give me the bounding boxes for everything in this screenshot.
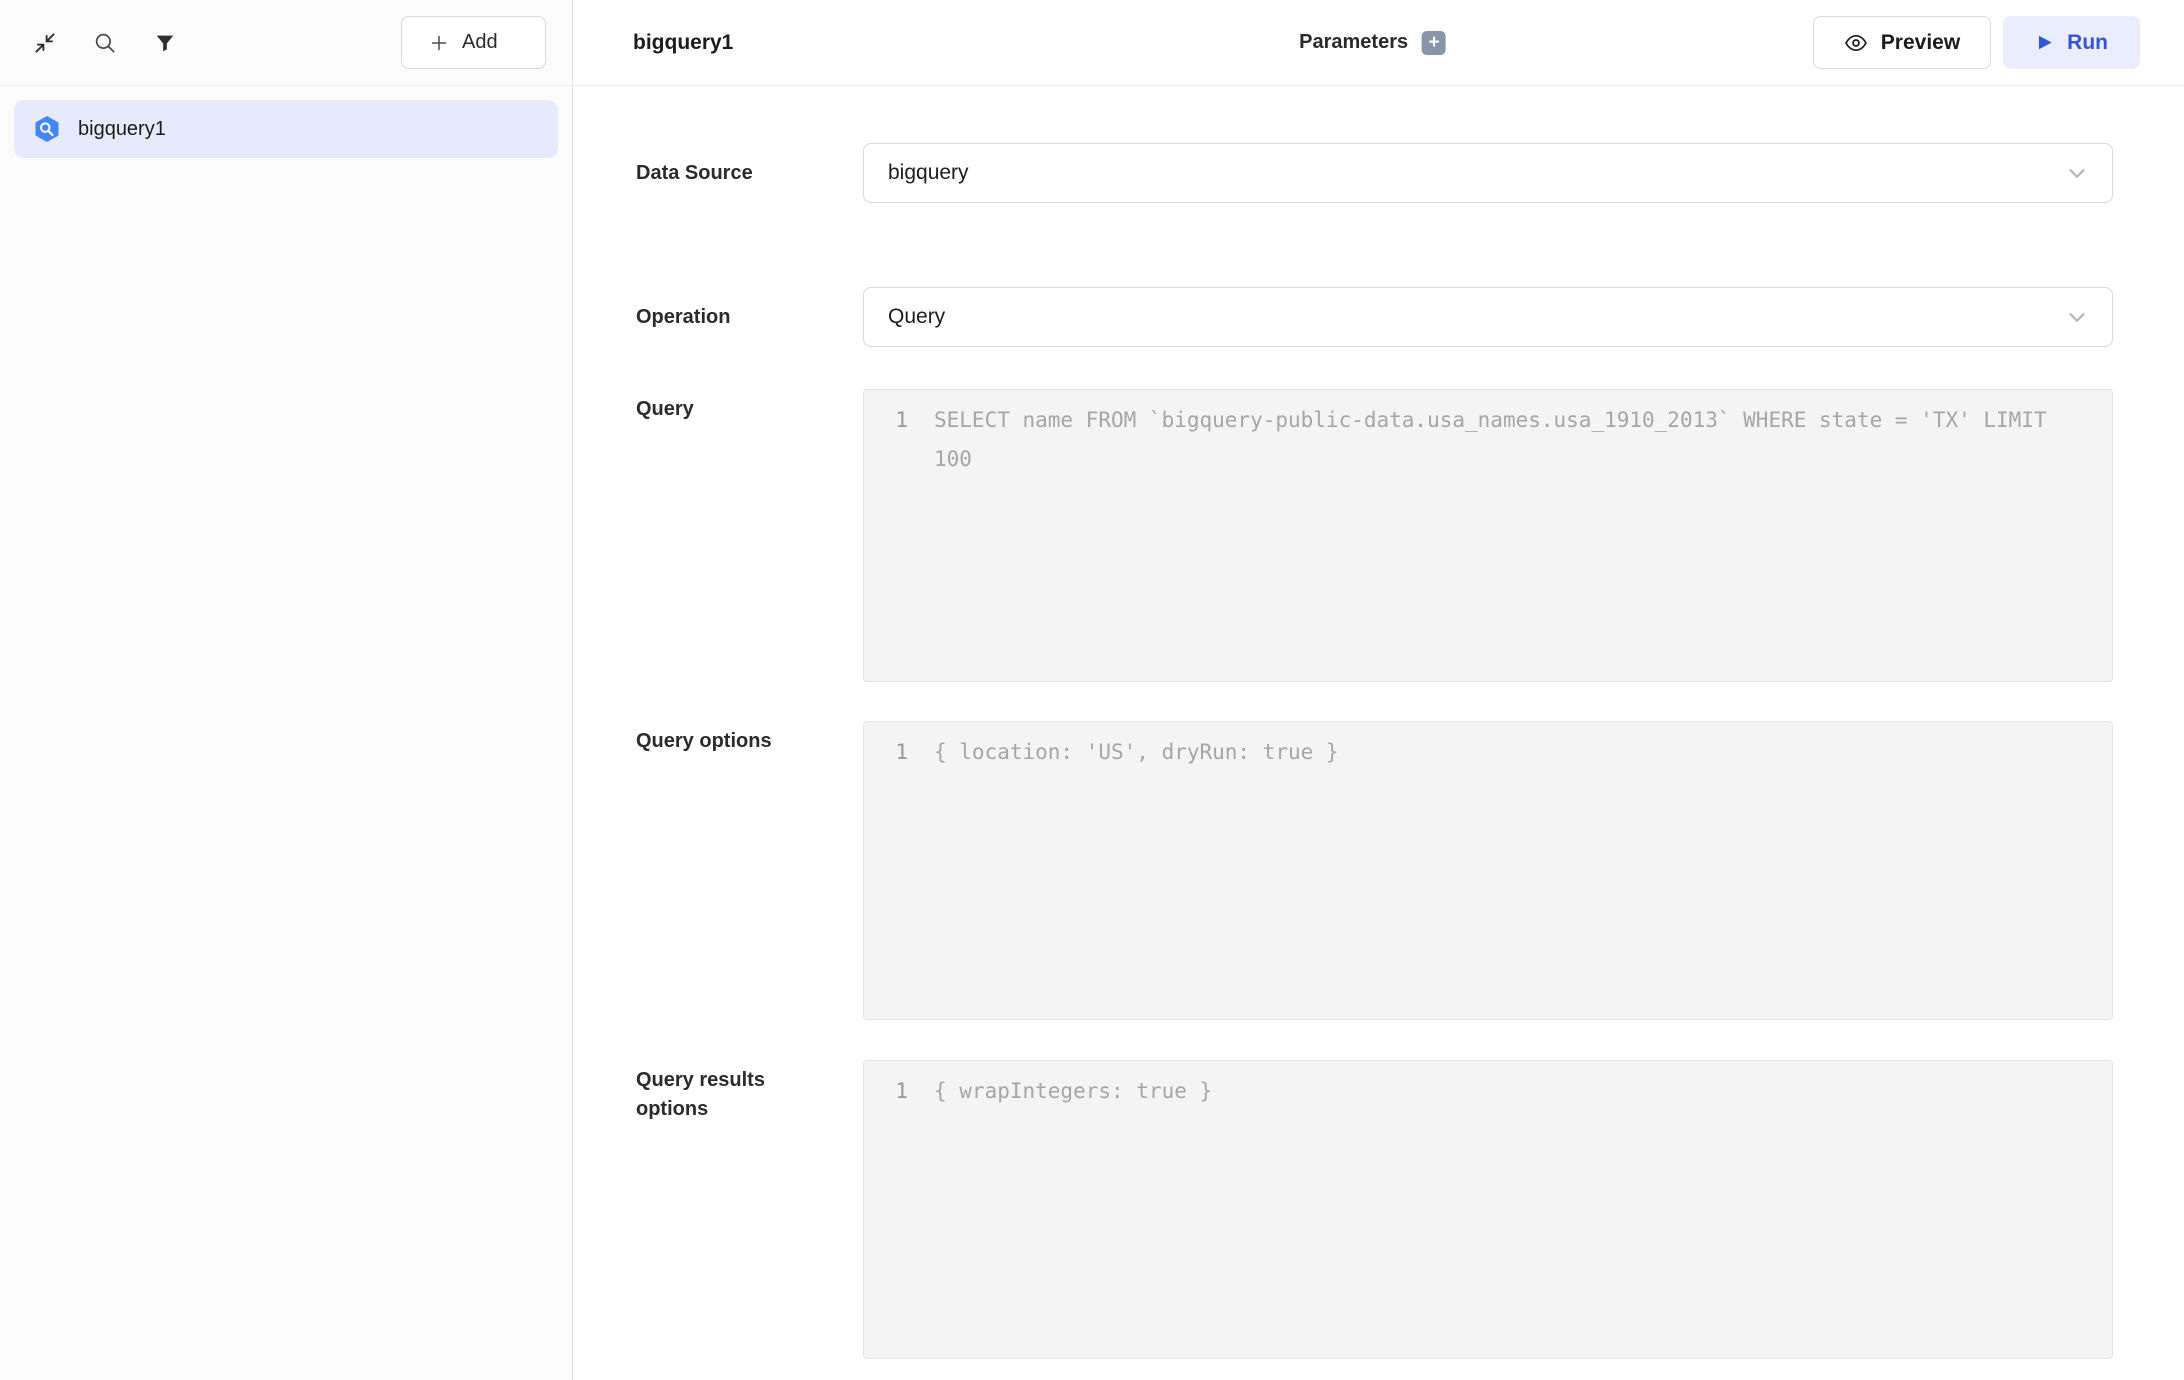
query-row: Query 1 SELECT name FROM `bigquery-publi… — [636, 389, 2113, 682]
query-results-options-label: Query results options — [636, 1060, 863, 1359]
operation-value: Query — [888, 305, 945, 329]
query-code-editor[interactable]: 1 SELECT name FROM `bigquery-public-data… — [863, 389, 2113, 682]
query-sidebar: Add bigquery1 — [0, 0, 573, 1380]
add-query-button[interactable]: Add — [401, 16, 546, 69]
query-panel: Add bigquery1 bigquery1 Parameters + — [0, 0, 2184, 1380]
query-list-item-bigquery1[interactable]: bigquery1 — [14, 100, 558, 158]
collapse-panel-icon[interactable] — [30, 28, 60, 58]
preview-button[interactable]: Preview — [1813, 16, 1991, 69]
operation-label: Operation — [636, 303, 863, 332]
run-button-label: Run — [2067, 31, 2108, 55]
query-title: bigquery1 — [633, 31, 733, 55]
bigquery-icon — [32, 114, 62, 144]
filter-icon[interactable] — [150, 28, 180, 58]
query-label: Query — [636, 389, 863, 682]
chevron-down-icon — [2066, 162, 2088, 184]
query-options-label: Query options — [636, 721, 863, 1020]
operation-row: Operation Query — [636, 287, 2113, 347]
plus-icon — [428, 32, 450, 54]
parameters-section: Parameters + — [1299, 31, 1446, 55]
preview-button-label: Preview — [1881, 31, 1960, 55]
search-icon[interactable] — [90, 28, 120, 58]
query-options-placeholder-text: { location: 'US', dryRun: true } — [934, 733, 2088, 1019]
query-results-options-row: Query results options 1 { wrapIntegers: … — [636, 1060, 2113, 1359]
query-list: bigquery1 — [0, 86, 572, 172]
line-number: 1 — [890, 1072, 908, 1358]
sidebar-toolbar: Add — [0, 0, 572, 86]
play-icon — [2035, 33, 2054, 52]
query-editor-header: bigquery1 Parameters + Preview — [573, 0, 2184, 86]
line-number: 1 — [890, 733, 908, 1019]
query-options-row: Query options 1 { location: 'US', dryRun… — [636, 721, 2113, 1020]
run-button[interactable]: Run — [2003, 16, 2140, 69]
operation-select[interactable]: Query — [863, 287, 2113, 347]
query-item-label: bigquery1 — [78, 118, 166, 141]
add-parameter-button[interactable]: + — [1422, 31, 1446, 55]
eye-icon — [1844, 31, 1868, 55]
add-button-label: Add — [462, 31, 498, 54]
query-results-options-placeholder-text: { wrapIntegers: true } — [934, 1072, 2088, 1358]
data-source-row: Data Source bigquery — [636, 143, 2113, 203]
query-results-options-code-editor[interactable]: 1 { wrapIntegers: true } — [863, 1060, 2113, 1359]
data-source-select[interactable]: bigquery — [863, 143, 2113, 203]
data-source-value: bigquery — [888, 161, 969, 185]
query-placeholder-text: SELECT name FROM `bigquery-public-data.u… — [934, 401, 2088, 681]
query-form: Data Source bigquery Operation Query — [573, 86, 2184, 1380]
data-source-label: Data Source — [636, 159, 863, 188]
chevron-down-icon — [2066, 306, 2088, 328]
query-editor-panel: bigquery1 Parameters + Preview — [573, 0, 2184, 1380]
parameters-label: Parameters — [1299, 31, 1408, 54]
header-actions: Preview Run — [1813, 16, 2140, 69]
line-number: 1 — [890, 401, 908, 681]
query-options-code-editor[interactable]: 1 { location: 'US', dryRun: true } — [863, 721, 2113, 1020]
